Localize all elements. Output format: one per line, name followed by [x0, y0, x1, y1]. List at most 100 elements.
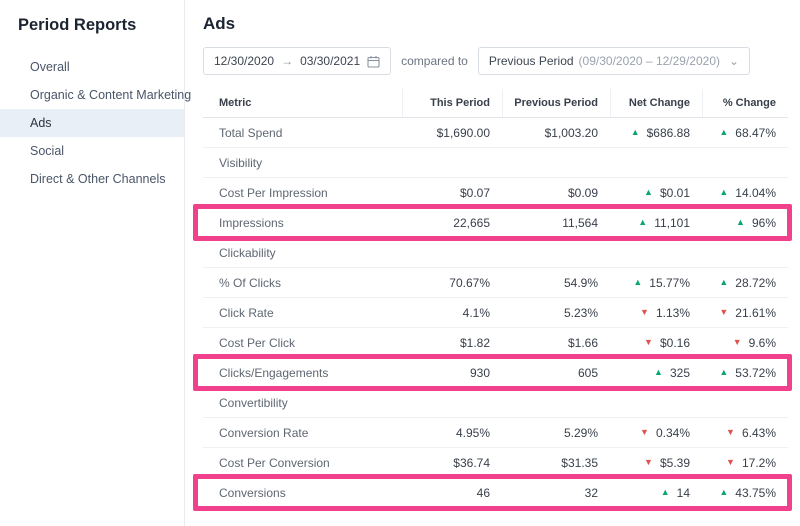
this-period-value: 22,665: [453, 215, 490, 230]
net-change-cell: ▼ 0.34%: [610, 426, 702, 440]
date-range-arrow: →: [281, 54, 294, 68]
metric-label: Cost Per Conversion: [219, 455, 330, 470]
caret-down-icon: ▼: [644, 457, 653, 467]
metric-label: Clicks/Engagements: [219, 365, 329, 380]
pct-change-value: 96%: [751, 215, 776, 230]
caret-down-icon: ▼: [732, 337, 742, 347]
pct-change-value: 28.72%: [735, 275, 776, 290]
caret-up-icon: ▲: [638, 217, 648, 227]
caret-up-icon: ▲: [736, 217, 745, 227]
caret-up-icon: ▲: [719, 277, 729, 287]
caret-down-icon: ▼: [644, 337, 653, 347]
sidebar-item-social[interactable]: Social: [0, 137, 184, 165]
pct-change-cell: ▲ 96%: [702, 216, 788, 230]
section-row: Convertibility: [203, 388, 788, 418]
metric-label: Conversion Rate: [219, 425, 309, 440]
table-row: Conversion Rate 4.95% 5.29% ▼ 0.34% ▼ 6.43%: [203, 418, 788, 448]
pct-change-cell: ▲ 53.72%: [702, 366, 788, 380]
table-row: Total Spend $1,690.00 $1,003.20 ▲ $686.88 ▲ 68…: [203, 118, 788, 148]
this-period-value: 930: [469, 365, 490, 380]
sidebar-item-direct-other-channels[interactable]: Direct & Other Channels: [0, 165, 184, 193]
compared-to-label: compared to: [401, 54, 468, 68]
comparison-selected-range: (09/30/2020 – 12/29/2020): [578, 54, 720, 68]
date-range-picker[interactable]: 12/30/2020 → 03/30/2021: [203, 47, 392, 75]
previous-period-value: $0.09: [567, 185, 598, 200]
pct-change-cell: ▼ 6.43%: [702, 426, 788, 440]
section-label: Clickability: [219, 245, 276, 260]
caret-up-icon: ▲: [719, 127, 729, 137]
main-content: Ads 12/30/2020 → 03/30/2021 compared to …: [185, 0, 800, 526]
column-header-metric: Metric: [219, 97, 252, 109]
net-change-cell: ▲ 325: [610, 366, 702, 380]
sidebar: Period Reports Overall Organic & Content…: [0, 0, 191, 526]
comparison-period-select[interactable]: Previous Period (09/30/2020 – 12/29/2020…: [477, 47, 751, 75]
app-window: Period Reports Overall Organic & Content…: [0, 0, 800, 526]
previous-period-value: 54.9%: [563, 275, 598, 290]
metric-label: Total Spend: [219, 125, 283, 140]
caret-up-icon: ▲: [719, 187, 729, 197]
pct-change-value: 6.43%: [741, 425, 776, 440]
metrics-table: Metric This Period Previous Period Net C…: [193, 89, 792, 511]
this-period-value: 70.67%: [449, 275, 490, 290]
pct-change-cell: ▼ 17.2%: [702, 456, 788, 470]
pct-change-cell: ▼ 9.6%: [702, 336, 788, 350]
this-period-value: $36.74: [453, 455, 490, 470]
table-row: % Of Clicks 70.67% 54.9% ▲ 15.77% ▲ 28.72%: [203, 268, 788, 298]
caret-up-icon: ▲: [630, 127, 640, 137]
pct-change-cell: ▲ 14.04%: [702, 186, 788, 200]
previous-period-value: 32: [584, 485, 598, 500]
sidebar-item-organic-content-marketing[interactable]: Organic & Content Marketing: [0, 81, 191, 109]
metric-label: % Of Clicks: [219, 275, 282, 290]
this-period-value: 4.1%: [462, 305, 490, 320]
comparison-selected-label: Previous Period: [488, 54, 574, 68]
caret-down-icon: ▼: [719, 307, 729, 317]
sidebar-item-overall[interactable]: Overall: [0, 53, 184, 81]
net-change-cell: ▲ 11,101: [610, 216, 702, 230]
metric-label: Click Rate: [219, 305, 274, 320]
net-change-cell: ▼ $0.16: [610, 336, 702, 350]
chevron-down-icon: ⌄: [729, 54, 740, 68]
table-row: Conversions 46 32 ▲ 14 ▲ 43.75%: [193, 474, 792, 511]
pct-change-value: 68.47%: [735, 125, 776, 140]
pct-change-cell: ▼ 21.61%: [702, 306, 788, 320]
pct-change-value: 17.2%: [741, 455, 776, 470]
pct-change-value: 14.04%: [735, 185, 776, 200]
table-row: Cost Per Click $1.82 $1.66 ▼ $0.16 ▼ 9.6%: [203, 328, 788, 358]
net-change-value: 1.13%: [655, 305, 690, 320]
net-change-cell: ▼ $5.39: [610, 456, 702, 470]
pct-change-cell: ▲ 43.75%: [702, 486, 788, 500]
table-row: Clicks/Engagements 930 605 ▲ 325 ▲ 53.72%: [193, 354, 792, 391]
net-change-value: $0.16: [659, 335, 690, 350]
pct-change-cell: ▲ 68.47%: [702, 126, 788, 140]
section-row: Clickability: [203, 238, 788, 268]
metric-label: Cost Per Click: [219, 335, 296, 350]
table-row: Click Rate 4.1% 5.23% ▼ 1.13% ▼ 21.61%: [203, 298, 788, 328]
previous-period-value: 11,564: [562, 215, 598, 230]
section-row: Visibility: [203, 148, 788, 178]
sidebar-item-ads[interactable]: Ads: [0, 109, 184, 137]
net-change-value: $0.01: [659, 185, 690, 200]
this-period-value: $1,690.00: [436, 125, 490, 140]
caret-up-icon: ▲: [719, 487, 729, 497]
previous-period-value: 605: [577, 365, 598, 380]
net-change-value: 325: [669, 365, 690, 380]
metric-label: Impressions: [219, 215, 284, 230]
caret-up-icon: ▲: [719, 367, 729, 377]
net-change-value: $686.88: [646, 125, 690, 140]
date-range-start: 12/30/2020: [214, 54, 275, 68]
table-row: Cost Per Conversion $36.74 $31.35 ▼ $5.39 ▼ 17…: [203, 448, 788, 478]
caret-up-icon: ▲: [633, 277, 643, 287]
this-period-value: $1.82: [459, 335, 490, 350]
caret-up-icon: ▲: [644, 187, 653, 197]
caret-up-icon: ▲: [654, 367, 663, 377]
net-change-value: $5.39: [659, 455, 690, 470]
previous-period-value: $1.66: [567, 335, 598, 350]
this-period-value: 4.95%: [455, 425, 490, 440]
net-change-cell: ▲ 15.77%: [610, 276, 702, 290]
caret-down-icon: ▼: [726, 427, 735, 437]
report-controls: 12/30/2020 → 03/30/2021 compared to Prev…: [203, 47, 788, 75]
calendar-icon: [367, 55, 380, 68]
column-header-pct-change: % Change: [702, 89, 788, 117]
page-title: Ads: [203, 14, 236, 33]
previous-period-value: $1,003.20: [544, 125, 598, 140]
